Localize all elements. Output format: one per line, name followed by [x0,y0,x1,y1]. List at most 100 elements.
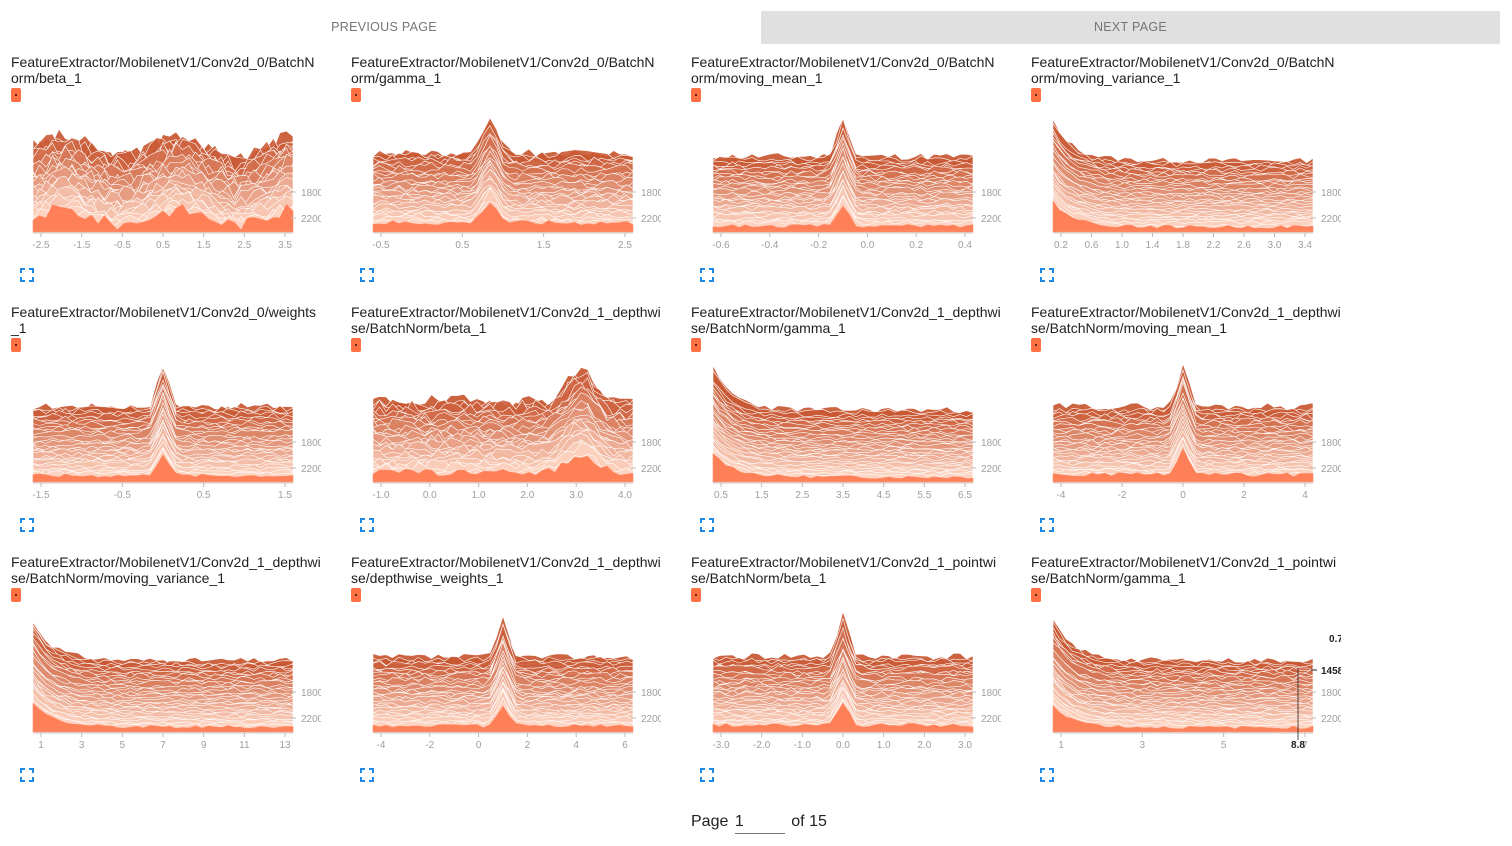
x-tick-label: 3.4 [1298,240,1312,251]
x-tick-label: -1.5 [32,490,50,501]
y-tick-label: 22000 [301,464,321,475]
histogram-plot[interactable]: 1357911131800022000 [11,612,321,762]
histogram-plot[interactable]: -4 -2 0 2 4 6 18000 22000 [351,612,661,762]
previous-page-button[interactable]: PREVIOUS PAGE [10,11,758,44]
x-tick-label: 1.0 [472,490,486,501]
run-color-swatch [691,588,701,602]
x-tick-label: 1.8 [1176,240,1190,251]
y-tick-label: 22000 [301,214,321,225]
y-tick-label: 18000 [981,188,1001,199]
run-color-swatch [11,588,21,602]
x-tick-label: -0.4 [761,240,779,251]
histogram-plot[interactable]: -2.5 -1.5 -0.5 0.5 1.5 2.5 3.5 18000 22000 [11,112,321,262]
x-tick-label: -1.0 [794,740,812,751]
x-tick-label: 3.0 [569,490,583,501]
y-tick-label: 18000 [1321,688,1341,699]
x-tick-label: 1.4 [1146,240,1160,251]
y-tick-label: 18000 [301,188,321,199]
histogram-plot[interactable]: -4 -2 0 2 4 18000 22000 [1031,362,1341,512]
histogram-plot[interactable]: -0.6 -0.4 -0.2 0.0 0.2 0.4 18000 22000 [691,112,1001,262]
x-tick-label: 3.5 [278,240,292,251]
run-color-swatch [351,588,361,602]
histogram-card: FeatureExtractor/MobilenetV1/Conv2d_1_de… [680,302,1010,542]
fullscreen-icon[interactable] [20,268,34,282]
histogram-title: FeatureExtractor/MobilenetV1/Conv2d_1_po… [691,554,997,586]
x-tick-label: 0.5 [714,490,728,501]
x-tick-label: -3.0 [712,740,730,751]
histogram-title: FeatureExtractor/MobilenetV1/Conv2d_0/Ba… [691,54,995,86]
fullscreen-icon[interactable] [700,518,714,532]
histogram-plot[interactable]: -0.5 0.5 1.5 2.5 18000 22000 [351,112,661,262]
y-tick-label: 22000 [981,464,1001,475]
run-color-swatch [1031,88,1041,102]
x-tick-label: 4 [1302,490,1308,501]
run-color-swatch [691,88,701,102]
y-tick-label: 22000 [1321,214,1341,225]
x-tick-label: 13 [279,740,291,751]
x-tick-label: 4 [573,740,579,751]
x-tick-label: 0.0 [423,490,437,501]
y-tick-label: 22000 [641,214,661,225]
histogram-plot[interactable]: -3.0 -2.0 -1.0 0.0 1.0 2.0 3.0 18000 22000 [691,612,1001,762]
x-tick-label: -0.5 [114,490,132,501]
histogram-title: FeatureExtractor/MobilenetV1/Conv2d_1_de… [11,554,321,586]
histogram-plot[interactable]: 135718000220000.707145878.8 [1031,612,1341,762]
y-tick-label: 18000 [641,688,661,699]
x-tick-label: 6.5 [958,490,972,501]
run-color-swatch [11,88,21,102]
x-tick-label: 0.0 [860,240,874,251]
fullscreen-icon[interactable] [700,768,714,782]
histogram-card: FeatureExtractor/MobilenetV1/Conv2d_0/Ba… [1020,52,1350,292]
next-page-button[interactable]: NEXT PAGE [761,11,1500,44]
x-tick-label: 0 [476,740,482,751]
x-tick-label: -0.6 [712,240,730,251]
x-tick-label: 2 [525,740,531,751]
fullscreen-icon[interactable] [1040,768,1054,782]
histogram-plot[interactable]: -1.5 -0.5 0.5 1.5 18000 22000 [11,362,321,512]
x-tick-label: 0.0 [836,740,850,751]
x-tick-label: 1.0 [1115,240,1129,251]
fullscreen-icon[interactable] [1040,518,1054,532]
x-tick-label: 3.5 [836,490,850,501]
histogram-title: FeatureExtractor/MobilenetV1/Conv2d_1_po… [1031,554,1337,586]
x-tick-label: 2.0 [520,490,534,501]
histogram-card: FeatureExtractor/MobilenetV1/Conv2d_1_po… [680,552,1010,792]
histogram-title: FeatureExtractor/MobilenetV1/Conv2d_1_de… [351,304,661,336]
histogram-card: FeatureExtractor/MobilenetV1/Conv2d_1_de… [0,552,330,792]
fullscreen-icon[interactable] [360,268,374,282]
fullscreen-icon[interactable] [360,768,374,782]
x-tick-label: -1.0 [372,490,390,501]
y-tick-label: 18000 [301,438,321,449]
y-tick-label: 18000 [301,688,321,699]
x-tick-label: 2.6 [1237,240,1251,251]
fullscreen-icon[interactable] [20,518,34,532]
histogram-plot[interactable]: 0.2 0.6 1.0 1.4 1.8 2.2 2.6 3.0 3.4 18000 22000 [1031,112,1341,262]
fullscreen-icon[interactable] [20,768,34,782]
x-tick-label: 1.5 [278,490,292,501]
x-tick-label: 0 [1180,490,1186,501]
histogram-title: FeatureExtractor/MobilenetV1/Conv2d_0/Ba… [1031,54,1335,86]
page-number-input[interactable] [734,813,785,834]
fullscreen-icon[interactable] [1040,268,1054,282]
page-label: Page [691,813,729,830]
fullscreen-icon[interactable] [700,268,714,282]
histogram-plot[interactable]: 0.5 1.5 2.5 3.5 4.5 5.5 6.5 18000 22000 [691,362,1001,512]
x-tick-label: 0.5 [197,490,211,501]
y-tick-label: 22000 [641,464,661,475]
x-tick-label: 11 [239,740,250,751]
run-color-swatch [11,338,21,352]
x-tick-label: 3.0 [1268,240,1282,251]
x-tick-label: -2 [425,740,434,751]
histogram-title: FeatureExtractor/MobilenetV1/Conv2d_1_de… [1031,304,1341,336]
x-tick-label: 3.0 [958,740,972,751]
fullscreen-icon[interactable] [360,518,374,532]
x-tick-label: 0.5 [455,240,469,251]
y-tick-label: 18000 [641,438,661,449]
y-tick-label: 22000 [1321,714,1341,725]
y-tick-label: 22000 [1321,464,1341,475]
histogram-plot[interactable]: -1.0 0.0 1.0 2.0 3.0 4.0 18000 22000 [351,362,661,512]
y-tick-label: 22000 [641,714,661,725]
histogram-card: FeatureExtractor/MobilenetV1/Conv2d_1_po… [1020,552,1350,792]
run-color-swatch [351,338,361,352]
histogram-title: FeatureExtractor/MobilenetV1/Conv2d_1_de… [351,554,661,586]
